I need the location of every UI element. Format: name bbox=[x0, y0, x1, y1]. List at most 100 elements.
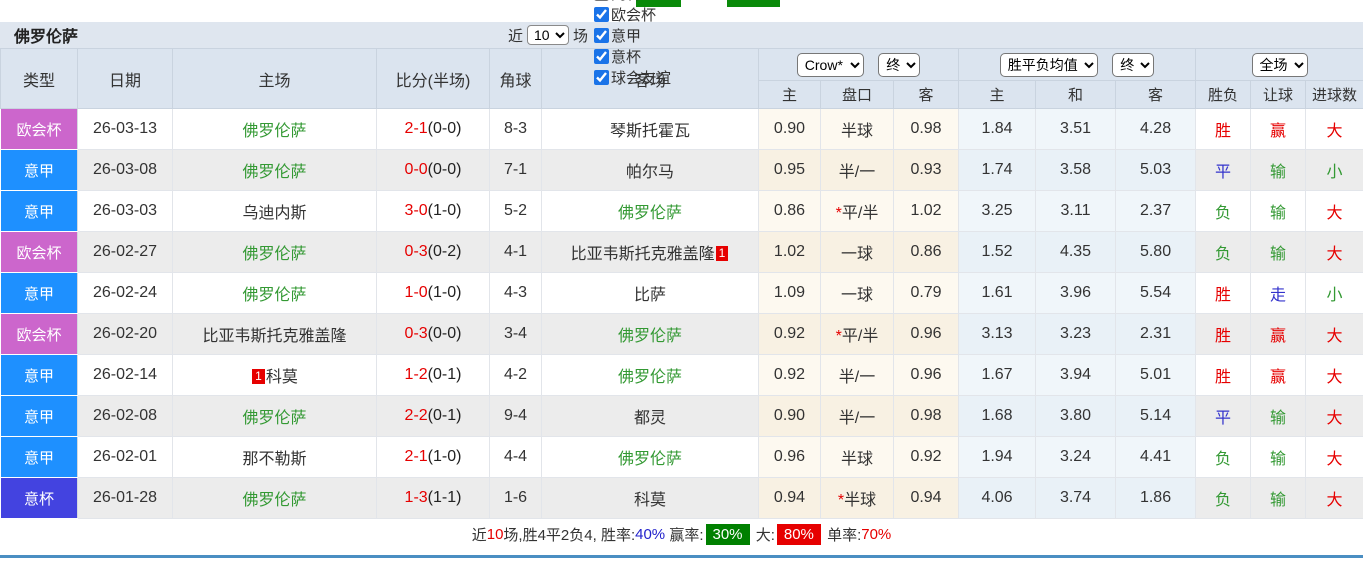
handicap-line: *平/半 bbox=[820, 190, 894, 232]
result-wdl: 负 bbox=[1195, 477, 1252, 519]
odds-win: 1.74 bbox=[958, 149, 1037, 191]
halftime-score: (0-0) bbox=[427, 120, 462, 137]
handicap-line: 半/一 bbox=[820, 395, 894, 437]
match-date: 26-02-27 bbox=[77, 231, 173, 273]
score: 2-1(1-0) bbox=[376, 436, 490, 478]
team-name: 佛罗伦萨 bbox=[617, 451, 682, 468]
team-name: 那不勒斯 bbox=[242, 451, 307, 468]
checkbox-icon[interactable] bbox=[594, 69, 610, 85]
checkbox-icon[interactable] bbox=[594, 48, 610, 64]
handicap-line: 一球 bbox=[820, 272, 894, 314]
odds-draw: 3.96 bbox=[1035, 272, 1117, 314]
corner-score: 7-1 bbox=[489, 149, 542, 191]
handicap-home-odds: 0.94 bbox=[758, 477, 821, 519]
odds-lose: 5.01 bbox=[1115, 354, 1197, 396]
home-team: 那不勒斯 bbox=[172, 436, 377, 478]
team-name: 比亚韦斯托克雅盖隆 bbox=[570, 246, 715, 263]
match-type: 欧会杯 bbox=[0, 313, 78, 355]
handicap-line: *平/半 bbox=[820, 313, 894, 355]
checkbox-icon[interactable] bbox=[594, 27, 610, 43]
filter-checkbox-3[interactable]: 意杯 bbox=[594, 46, 671, 67]
handicap-away-odds: 0.96 bbox=[892, 354, 960, 396]
result-goals: 大 bbox=[1305, 354, 1363, 396]
team-name: 佛罗伦萨 bbox=[617, 205, 682, 222]
score: 0-3(0-0) bbox=[376, 313, 490, 355]
result-handicap: 赢 bbox=[1250, 313, 1307, 355]
result-wdl: 平 bbox=[1195, 395, 1252, 437]
odds-draw: 3.24 bbox=[1035, 436, 1117, 478]
checkbox-icon[interactable] bbox=[594, 6, 610, 22]
match-type: 意杯 bbox=[0, 477, 78, 519]
result-goals: 小 bbox=[1305, 149, 1363, 191]
col-header-result: 胜负 bbox=[1195, 80, 1252, 109]
result-wdl: 负 bbox=[1195, 436, 1252, 478]
wdl-average-select[interactable]: 胜平负均值 bbox=[999, 52, 1098, 77]
team-name: 科莫 bbox=[265, 369, 298, 386]
handicap-home-odds: 0.90 bbox=[758, 108, 821, 150]
corner-score: 9-4 bbox=[489, 395, 542, 437]
filter-checkbox-1[interactable]: 欧会杯 bbox=[594, 4, 671, 25]
away-team: 佛罗伦萨 bbox=[541, 190, 759, 232]
halftime-score: (0-0) bbox=[427, 325, 462, 342]
match-row: 意甲 26-02-01 那不勒斯 2-1(1-0) 4-4 佛罗伦萨 0.96 半球 0.92 1… bbox=[0, 436, 1363, 478]
handicap-home-odds: 1.02 bbox=[758, 231, 821, 273]
halftime-score: (0-1) bbox=[427, 366, 462, 383]
fulltime-score: 0-3 bbox=[404, 325, 428, 342]
filters: 近 10 场 同客欧会杯意甲意杯球会友谊 bbox=[508, 0, 671, 87]
odds-win: 1.84 bbox=[958, 108, 1037, 150]
wdl-time-select[interactable]: 终 bbox=[1112, 52, 1155, 77]
bottom-divider bbox=[0, 555, 1363, 558]
odds-win: 3.25 bbox=[958, 190, 1037, 232]
away-team: 佛罗伦萨 bbox=[541, 313, 759, 355]
score: 1-0(1-0) bbox=[376, 272, 490, 314]
match-type: 意甲 bbox=[0, 149, 78, 191]
recent-count-select[interactable]: 10 bbox=[527, 25, 570, 45]
odds-draw: 3.11 bbox=[1035, 190, 1117, 232]
odds-win: 4.06 bbox=[958, 477, 1037, 519]
fulltime-score: 2-1 bbox=[404, 120, 428, 137]
fulltime-score: 1-2 bbox=[404, 366, 428, 383]
card-badge: 1 bbox=[715, 246, 729, 261]
match-date: 26-03-03 bbox=[77, 190, 173, 232]
result-wdl: 胜 bbox=[1195, 108, 1252, 150]
star-icon: * bbox=[835, 328, 842, 345]
corner-score: 1-6 bbox=[489, 477, 542, 519]
summary-segment: 40% bbox=[635, 525, 666, 543]
score: 3-0(1-0) bbox=[376, 190, 490, 232]
odds-draw: 4.35 bbox=[1035, 231, 1117, 273]
summary-segment: 大: bbox=[751, 526, 775, 544]
filter-checkbox-4[interactable]: 球会友谊 bbox=[594, 67, 671, 88]
match-date: 26-02-20 bbox=[77, 313, 173, 355]
result-goals: 大 bbox=[1305, 108, 1363, 150]
match-row: 欧会杯 26-02-27 佛罗伦萨 0-3(0-2) 4-1 比亚韦斯托克雅盖隆 1 1.02… bbox=[0, 231, 1363, 273]
odds-win: 1.61 bbox=[958, 272, 1037, 314]
home-team: 乌迪内斯 bbox=[172, 190, 377, 232]
odds-company-time-select[interactable]: 终 bbox=[878, 52, 921, 77]
match-type: 意甲 bbox=[0, 190, 78, 232]
handicap-line: 一球 bbox=[820, 231, 894, 273]
odds-win: 1.52 bbox=[958, 231, 1037, 273]
matches-table: 类型 日期 主场 比分(半场) 角球 客场 Crow* 终 胜平负均值 终 全场 bbox=[0, 48, 1363, 519]
fulltime-score: 3-0 bbox=[404, 202, 428, 219]
corner-score: 4-2 bbox=[489, 354, 542, 396]
filter-checkbox-2[interactable]: 意甲 bbox=[594, 25, 671, 46]
result-handicap: 输 bbox=[1250, 436, 1307, 478]
match-row: 欧会杯 26-03-13 佛罗伦萨 2-1(0-0) 8-3 琴斯托霍瓦 0.90 半球 0.9… bbox=[0, 108, 1363, 150]
odds-lose: 5.54 bbox=[1115, 272, 1197, 314]
odds-win: 1.67 bbox=[958, 354, 1037, 396]
score: 2-1(0-0) bbox=[376, 108, 490, 150]
odds-lose: 1.86 bbox=[1115, 477, 1197, 519]
away-team: 佛罗伦萨 bbox=[541, 354, 759, 396]
handicap-line: 半/一 bbox=[820, 354, 894, 396]
odds-company-select[interactable]: Crow* bbox=[796, 52, 864, 77]
scope-select[interactable]: 全场 bbox=[1251, 52, 1308, 77]
summary-segment: 10 bbox=[486, 525, 504, 543]
col-header-handicap-away: 客 bbox=[892, 80, 960, 109]
handicap-home-odds: 0.96 bbox=[758, 436, 821, 478]
result-handicap: 赢 bbox=[1250, 108, 1307, 150]
result-goals: 大 bbox=[1305, 436, 1363, 478]
handicap-home-odds: 0.86 bbox=[758, 190, 821, 232]
match-date: 26-02-14 bbox=[77, 354, 173, 396]
checkbox-icon[interactable] bbox=[594, 0, 610, 1]
handicap-controls: Crow* 终 bbox=[757, 48, 960, 81]
